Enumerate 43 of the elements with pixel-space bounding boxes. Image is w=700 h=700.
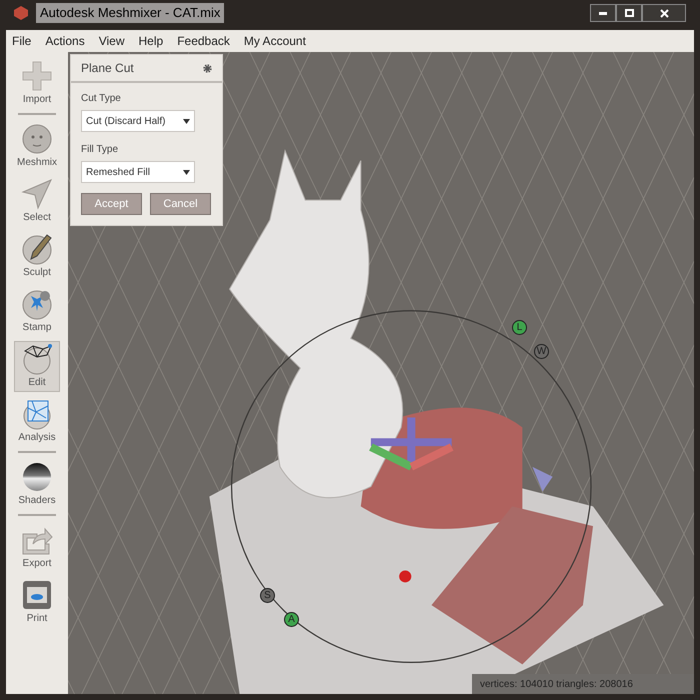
- tool-button[interactable]: Export: [14, 522, 60, 573]
- panel-title: Plane Cut: [81, 60, 134, 77]
- network-sphere-icon: [21, 398, 53, 430]
- tool-button[interactable]: Import: [14, 58, 60, 109]
- field-label: Cut Type: [81, 92, 122, 106]
- tool-button[interactable]: Edit: [14, 341, 60, 392]
- tool-button[interactable]: Print: [14, 577, 60, 628]
- printer-icon: [21, 579, 53, 611]
- head-icon: [21, 123, 53, 155]
- plus-icon: [21, 60, 53, 92]
- tool-button[interactable]: Sculpt: [14, 231, 60, 282]
- stamp-sphere-icon: [21, 288, 53, 320]
- maximize-icon: [624, 9, 634, 17]
- menu-item[interactable]: Feedback: [177, 32, 230, 50]
- tool-button[interactable]: Analysis: [14, 396, 60, 447]
- menu-item[interactable]: View: [98, 32, 124, 50]
- settings-icon[interactable]: [203, 64, 212, 72]
- dropdown-arrow-icon: [183, 118, 190, 124]
- minimize-button[interactable]: [590, 4, 616, 22]
- mesh-sphere-icon: [21, 343, 53, 375]
- tool-button[interactable]: Shaders: [14, 459, 60, 510]
- menu-item[interactable]: Actions: [45, 32, 85, 50]
- viewport-drawing[interactable]: [68, 52, 694, 694]
- chrome-sphere-icon: [21, 461, 53, 493]
- app-logo-icon: [14, 6, 28, 20]
- pointer-icon: [21, 178, 53, 210]
- minimize-icon: [599, 12, 607, 14]
- close-button[interactable]: [642, 4, 686, 22]
- dropdown-arrow-icon: [183, 170, 190, 174]
- window-title: Autodesk Meshmixer - CAT.mix: [36, 3, 224, 23]
- close-icon: [660, 8, 668, 18]
- dropdown[interactable]: Remeshed Fill: [81, 161, 195, 183]
- menu-item[interactable]: File: [12, 32, 32, 50]
- dropdown[interactable]: Cut (Discard Half): [81, 110, 195, 132]
- tool-button[interactable]: Stamp: [14, 286, 60, 337]
- brush-sphere-icon: [21, 233, 53, 265]
- tool-button[interactable]: Select: [14, 176, 60, 227]
- tool-button[interactable]: Meshmix: [14, 121, 60, 172]
- menu-item[interactable]: Help: [138, 32, 164, 50]
- maximize-button[interactable]: [616, 4, 642, 22]
- menu-item[interactable]: My Account: [244, 32, 306, 50]
- field-label: Fill Type: [81, 143, 120, 157]
- status-bar: vertices: 104010 triangles: 208016: [472, 674, 694, 694]
